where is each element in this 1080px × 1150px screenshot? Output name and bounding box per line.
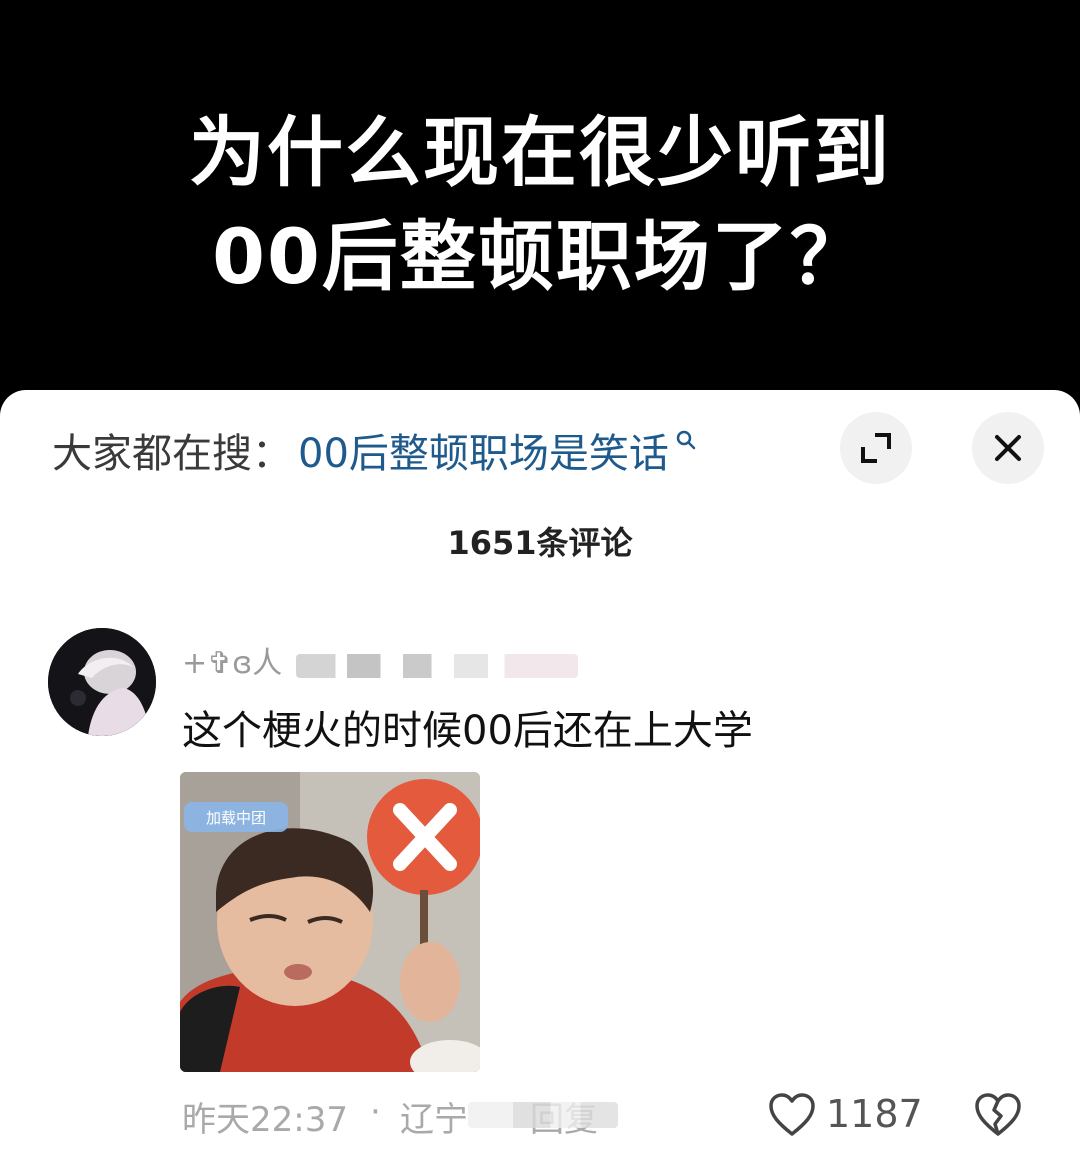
comments-sheet: 大家都在搜： 00后整顿职场是笑话 1651条评论 +✞ɞ人 这个梗火的时候00… [0,390,1080,1150]
comment-count: 1651条评论 [447,524,633,562]
image-caption: 加载中团 [206,809,266,827]
comment-username[interactable]: +✞ɞ人 [182,638,282,682]
comment-text: 这个梗火的时候00后还在上大学 [182,708,753,754]
avatar-image [48,628,156,736]
banner-title-line-1: 为什么现在很少听到 [189,108,891,197]
like-count: 1187 [826,1092,923,1136]
comment-image[interactable]: 加载中团 [180,772,480,1072]
meta-separator: · [370,1092,381,1132]
close-icon [995,435,1021,461]
broken-heart-icon[interactable] [974,1092,1022,1138]
trending-search-label: 大家都在搜： [52,431,292,477]
comment-location: 辽宁 [400,1100,468,1140]
expand-icon [861,433,891,463]
heart-icon[interactable] [768,1092,816,1138]
avatar[interactable] [48,628,156,736]
banner-title-line-2: 00后整顿职场了？ [212,212,868,301]
expand-button[interactable] [840,412,912,484]
meta-blur [468,1102,618,1128]
search-icon [676,430,696,450]
username-blur [296,654,578,678]
comment-time: 昨天22:37 [182,1100,348,1140]
trending-search[interactable]: 大家都在搜： 00后整顿职场是笑话 [52,420,697,480]
close-button[interactable] [972,412,1044,484]
trending-search-term[interactable]: 00后整顿职场是笑话 [298,421,669,479]
title-banner: 为什么现在很少听到 00后整顿职场了？ [0,0,1080,400]
